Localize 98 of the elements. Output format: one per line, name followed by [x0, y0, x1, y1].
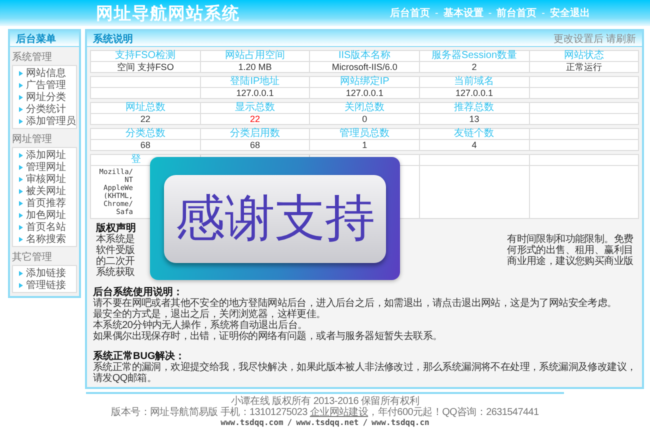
menu-group-title: 网址管理 — [11, 132, 53, 147]
copyright-text: 小谭在线 版权所有 2013-2016 保留所有权利 — [230, 396, 420, 407]
paragraph-text: 如果偶尔出现保存时，出错，证明你的网络有问题，或者与服务器短暂失去联系。 — [93, 331, 444, 342]
paragraph-text: 本系统20分钟内无人操作，系统将自动退出后台。 — [93, 320, 308, 331]
site-link[interactable]: www.tsdqq.cn — [372, 418, 430, 427]
chevron-icon — [19, 82, 23, 88]
panel-title: 系统说明 — [93, 32, 133, 46]
menu-item[interactable]: 被关网址 — [13, 185, 76, 197]
chevron-icon — [19, 200, 23, 206]
table-cell: 22 — [90, 114, 200, 124]
column-header: 关闭总数 — [310, 102, 420, 114]
chevron-icon — [19, 164, 23, 170]
table-cell: Microsoft-IIS/6.0 — [310, 62, 420, 72]
menu-group-title: 系统管理 — [11, 50, 53, 65]
paragraph-text: 软件受版 — [96, 245, 135, 256]
promo-label: 感谢支持 — [164, 174, 386, 262]
column-header: 管理员总数 — [310, 128, 420, 140]
column-header: 推荐总数 — [419, 102, 530, 114]
menu-item[interactable]: 审核网址 — [13, 173, 76, 185]
chevron-icon — [19, 270, 23, 276]
menu-item[interactable]: 添加网址 — [13, 149, 76, 161]
menu-item[interactable]: 加色网址 — [13, 209, 76, 221]
table-cell: 68 — [200, 140, 310, 150]
menu-item[interactable]: 首页名站 — [13, 221, 76, 233]
column-header: 网站占用空间 — [200, 50, 310, 62]
table-cell: 正常运行 — [529, 62, 639, 72]
column-header: 分类总数 — [90, 128, 200, 140]
menu-item[interactable]: 广告管理 — [13, 79, 76, 91]
column-header: IIS版本名称 — [310, 50, 420, 62]
table-cell: 0 — [310, 114, 420, 124]
table-cell: 1 — [310, 140, 420, 150]
column-header: 当前域名 — [419, 76, 530, 88]
chevron-icon — [19, 118, 23, 124]
section-title: 版权声明 — [96, 223, 137, 234]
menu-item[interactable]: 首页推荐 — [13, 197, 76, 209]
table-cell: 22 — [200, 114, 310, 124]
service-link[interactable]: 企业网站建设 — [310, 407, 368, 418]
menu-item[interactable]: 网址分类 — [13, 91, 76, 103]
paragraph-text: 请发QQ邮箱。 — [93, 373, 158, 384]
column-header: 服务器Session数量 — [419, 50, 530, 62]
link-separator: / — [362, 418, 368, 427]
menu-item[interactable]: 网站信息 — [13, 67, 76, 79]
section-title: 后台系统使用说明： — [93, 287, 184, 298]
paragraph-text: 商业用途，建议您购买商业版 — [507, 256, 634, 267]
chevron-icon — [19, 282, 23, 288]
chevron-icon — [19, 152, 23, 158]
link-separator: / — [287, 418, 292, 427]
contact-text: 版本号：网址导航简易版 手机：13101275023 企业网站建设，年付600元起！QQ咨询：2631547441 — [110, 407, 540, 418]
chevron-icon — [19, 94, 23, 100]
column-header: 网址总数 — [90, 102, 200, 114]
menu-item[interactable]: 管理链接 — [13, 279, 76, 291]
column-header: 显示总数 — [200, 102, 310, 114]
nav-separator: - — [434, 8, 438, 18]
menu-item[interactable]: 添加管理员 — [13, 115, 76, 127]
chevron-icon — [19, 106, 23, 112]
refresh-hint: 更改设置后 请刷新 — [553, 32, 636, 46]
table-cell: 13 — [419, 114, 530, 124]
chevron-icon — [19, 212, 23, 218]
column-header: 友链个数 — [419, 128, 530, 140]
site-link[interactable]: www.tsdqq.com — [220, 418, 284, 427]
table-cell: 1.20 MB — [200, 62, 310, 72]
menu-item[interactable]: 管理网址 — [13, 161, 76, 173]
chevron-icon — [19, 70, 23, 76]
nav-separator: - — [542, 8, 545, 18]
menu-item[interactable]: 名称搜索 — [13, 233, 76, 245]
menu-item[interactable]: 分类统计 — [13, 103, 76, 115]
paragraph-text: 本系统是 — [96, 234, 135, 245]
table-cell: 4 — [419, 140, 530, 150]
paragraph-text: 系统正常的漏洞，欢迎提交给我，我尽快解决，如果此版本被人非法修改过，那么系统漏洞将不在处理，系统漏洞及修改建议， — [93, 362, 636, 373]
table-cell: 127.0.0.1 — [200, 88, 310, 98]
chevron-icon — [19, 176, 23, 182]
table-cell: 127.0.0.1 — [419, 88, 530, 98]
chevron-icon — [19, 236, 23, 242]
paragraph-text: 系统获取 — [96, 267, 135, 278]
menu-group-title: 其它管理 — [11, 250, 53, 265]
site-title: 网址导航网站系统 — [96, 2, 240, 24]
paragraph-text: 最安全的方式是，退出之后，关闭浏览器，这样更佳。 — [93, 309, 327, 320]
paragraph-text: 有时间限制和功能限制。免费 — [507, 234, 634, 245]
menu-item[interactable]: 添加链接 — [13, 267, 76, 279]
column-header: 网站状态 — [529, 50, 639, 62]
column-header: 网站绑定IP — [310, 76, 420, 88]
nav-separator: - — [488, 8, 492, 18]
paragraph-text: 的二次开 — [96, 256, 135, 267]
column-header: 分类启用数 — [200, 128, 310, 140]
table-cell: 127.0.0.1 — [310, 88, 420, 98]
table-cell: 68 — [90, 140, 200, 150]
site-link[interactable]: www.tsdqq.net — [296, 418, 359, 427]
chevron-icon — [19, 188, 23, 194]
column-header: 支持FSO检测 — [90, 50, 200, 62]
sidebar-title: 后台菜单 — [16, 32, 56, 46]
column-header: 登 — [131, 154, 141, 165]
table-cell: 2 — [419, 62, 530, 72]
section-title: 系统正常BUG解决： — [93, 351, 186, 362]
table-cell: 空间 支持FSO — [90, 62, 200, 72]
paragraph-text: 请不要在网吧或者其他不安全的地方登陆网站后台，进入后台之后，如需退出，请点击退出网站，这是为了网站安全考虑。 — [93, 298, 618, 309]
chevron-icon — [19, 224, 23, 230]
paragraph-text: 何形式的出售、租用、赢利目 — [507, 245, 634, 256]
column-header: 登陆IP地址 — [200, 76, 310, 88]
